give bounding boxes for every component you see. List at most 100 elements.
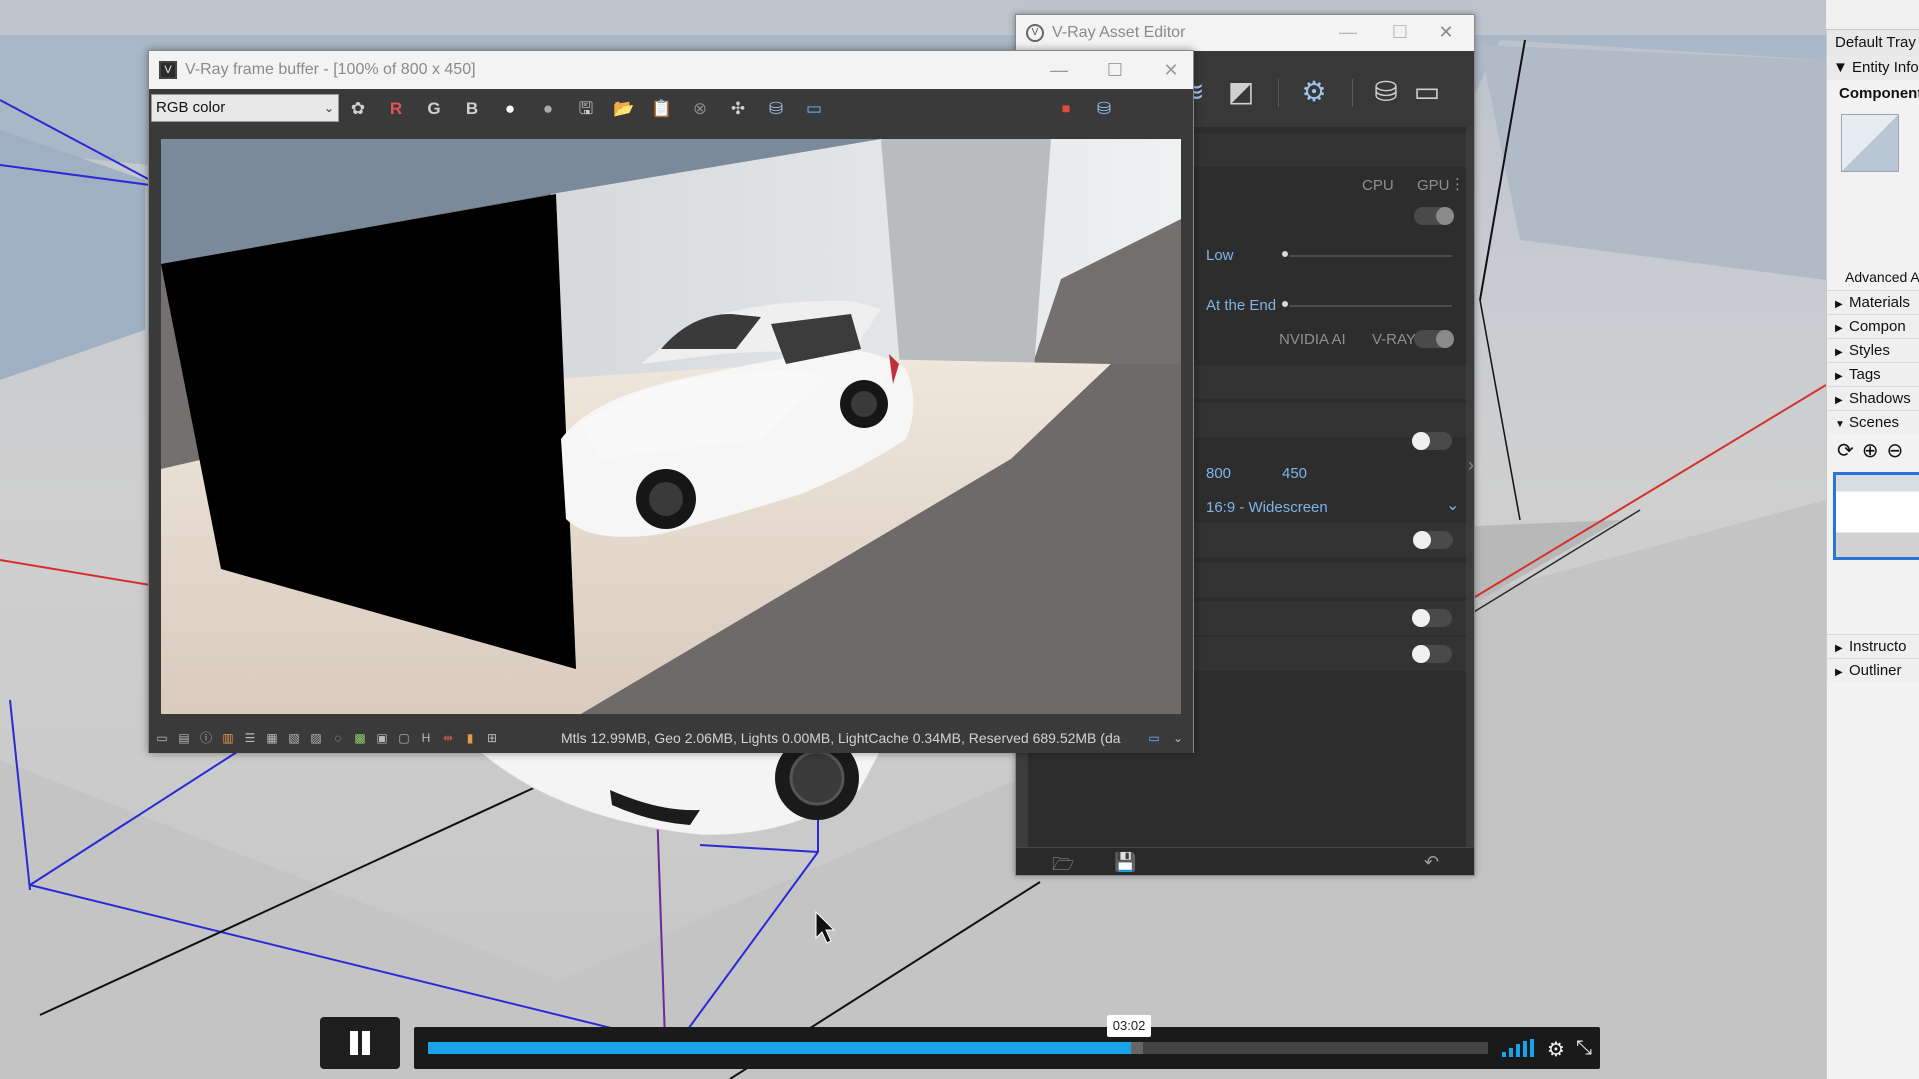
- setting-toggle[interactable]: [1412, 645, 1452, 663]
- progress-track[interactable]: [428, 1042, 1488, 1054]
- alpha-white-icon[interactable]: ●: [497, 97, 523, 121]
- clipboard-icon[interactable]: 📋: [649, 97, 675, 121]
- history-icon[interactable]: ▭: [153, 730, 171, 746]
- frame-buffer-icon[interactable]: ▭: [1410, 75, 1444, 109]
- image-height-value[interactable]: 450: [1282, 465, 1307, 482]
- cpu-label[interactable]: CPU: [1362, 177, 1394, 194]
- update-slider-knob[interactable]: [1280, 299, 1290, 309]
- minimize-icon[interactable]: —: [1037, 55, 1081, 85]
- fullscreen-exit-icon[interactable]: ⤡: [1576, 1037, 1592, 1060]
- scene-thumbnail[interactable]: [1833, 472, 1919, 560]
- tray-panel-label: Compon: [1849, 318, 1906, 335]
- vray-frame-buffer-window: V V-Ray frame buffer - [100% of 800 x 45…: [148, 50, 1194, 753]
- rendered-image: [161, 139, 1181, 714]
- remove-scene-icon[interactable]: ⊖: [1887, 438, 1904, 463]
- tray-panel-components[interactable]: ▶ Compon: [1827, 314, 1919, 338]
- interactive-toggle[interactable]: [1414, 207, 1454, 225]
- quality-slider[interactable]: [1282, 255, 1452, 257]
- stop-render-icon[interactable]: ⏹: [1053, 97, 1079, 121]
- log-icon[interactable]: ▤: [175, 730, 193, 746]
- curves-icon[interactable]: ▦: [263, 730, 281, 746]
- collapsed-triangle-icon: ▶: [1835, 395, 1843, 406]
- channel-select[interactable]: RGB color ⌄: [151, 94, 339, 122]
- open-folder-icon[interactable]: 🗁: [1052, 852, 1074, 882]
- color-correction-icon[interactable]: ▥: [219, 730, 237, 746]
- render-elements-icon[interactable]: ◩: [1224, 75, 1258, 109]
- tray-panel-scenes[interactable]: ▼ Scenes: [1827, 410, 1919, 434]
- test-resolution-icon[interactable]: ▢: [395, 730, 413, 746]
- collapsed-triangle-icon: ▶: [1835, 299, 1843, 310]
- blue-channel-button[interactable]: B: [459, 97, 485, 121]
- quality-slider-knob[interactable]: [1280, 249, 1290, 259]
- refresh-icon[interactable]: ⟳: [1837, 438, 1854, 463]
- volume-icon[interactable]: [1502, 1039, 1534, 1057]
- tray-panel-shadows[interactable]: ▶ Shadows: [1827, 386, 1919, 410]
- maximize-icon[interactable]: ☐: [1380, 19, 1420, 45]
- denoiser-vray-label[interactable]: V-RAY: [1372, 331, 1416, 348]
- frame-buffer-title: V-Ray frame buffer - [100% of 800 x 450]: [185, 61, 476, 78]
- chevron-down-icon[interactable]: ⌄: [1446, 495, 1459, 515]
- update-slider[interactable]: [1282, 305, 1452, 307]
- expanded-triangle-icon: ▼: [1835, 419, 1845, 430]
- grid-icon[interactable]: ⊞: [483, 730, 501, 746]
- track-mouse-icon[interactable]: ✣: [725, 97, 751, 121]
- asset-editor-titlebar[interactable]: V V-Ray Asset Editor — ☐ ✕: [1016, 15, 1474, 51]
- save-image-icon[interactable]: 🖫: [573, 97, 599, 121]
- info-icon[interactable]: ⓘ: [197, 730, 215, 746]
- close-icon[interactable]: ✕: [1426, 19, 1466, 45]
- collapsed-triangle-icon: ▶: [1835, 323, 1843, 334]
- render-region-icon[interactable]: ▭: [801, 97, 827, 121]
- tray-panel-instructor[interactable]: ▶ Instructo: [1827, 634, 1919, 658]
- start-render-teapot-icon[interactable]: ⛁: [1091, 97, 1117, 121]
- minimize-icon[interactable]: —: [1328, 19, 1368, 45]
- settings-gear-icon[interactable]: ⚙: [1547, 1037, 1565, 1062]
- h-button[interactable]: H: [417, 730, 435, 746]
- save-icon[interactable]: 💾: [1114, 852, 1136, 873]
- add-scene-icon[interactable]: ⊕: [1862, 438, 1879, 463]
- video-progress-bar[interactable]: ⚙ ⤡: [414, 1027, 1600, 1069]
- setting-toggle[interactable]: [1412, 432, 1452, 450]
- setting-toggle[interactable]: [1413, 531, 1453, 549]
- image-width-value[interactable]: 800: [1206, 465, 1231, 482]
- setting-toggle[interactable]: [1412, 609, 1452, 627]
- green-channel-button[interactable]: G: [421, 97, 447, 121]
- close-icon[interactable]: ✕: [1149, 55, 1193, 85]
- expand-panel-arrow-icon[interactable]: ›: [1468, 455, 1474, 476]
- mono-icon[interactable]: ●: [535, 97, 561, 121]
- tray-panel-tags[interactable]: ▶ Tags: [1827, 362, 1919, 386]
- gpu-label[interactable]: GPU: [1417, 177, 1450, 194]
- pause-button[interactable]: [320, 1017, 400, 1069]
- tray-panel-outliner[interactable]: ▶ Outliner: [1827, 658, 1919, 682]
- maximize-icon[interactable]: ☐: [1093, 55, 1137, 85]
- collapsed-triangle-icon: ▶: [1835, 667, 1843, 678]
- denoiser-toggle[interactable]: [1414, 330, 1454, 348]
- denoiser-nvidia-label[interactable]: NVIDIA AI: [1279, 331, 1346, 348]
- compare-icon[interactable]: ▣: [373, 730, 391, 746]
- exposure-icon[interactable]: ▨: [307, 730, 325, 746]
- clear-image-icon[interactable]: ⊗: [687, 97, 713, 121]
- tray-panel-styles[interactable]: ▶ Styles: [1827, 338, 1919, 362]
- tray-panel-entity-info[interactable]: ▼ Entity Info: [1827, 56, 1919, 80]
- bars-icon[interactable]: ▮: [461, 730, 479, 746]
- aspect-ratio-value[interactable]: 16:9 - Widescreen: [1206, 499, 1328, 516]
- settings-gear-icon[interactable]: ⚙: [1297, 75, 1331, 109]
- frame-buffer-statusbar: ▭ ▤ ⓘ ▥ ☰ ▦ ▧ ▨ ◌ ▩ ▣ ▢ H ⇹ ▮ ⊞ Mtls 12.…: [149, 723, 1193, 753]
- component-thumbnail[interactable]: [1841, 114, 1899, 172]
- render-canvas[interactable]: [161, 139, 1181, 714]
- pixel-aspect-icon[interactable]: ⇹: [439, 730, 457, 746]
- histogram-icon[interactable]: ▧: [285, 730, 303, 746]
- lut-icon[interactable]: ▩: [351, 730, 369, 746]
- more-options-icon[interactable]: ⋮: [1450, 175, 1465, 193]
- frame-buffer-titlebar[interactable]: V V-Ray frame buffer - [100% of 800 x 45…: [149, 51, 1193, 89]
- levels-icon[interactable]: ☰: [241, 730, 259, 746]
- expand-more-icon[interactable]: ⌄: [1169, 730, 1187, 746]
- white-balance-icon[interactable]: ◌: [329, 730, 347, 746]
- color-channels-icon[interactable]: ✿: [345, 97, 371, 121]
- region-render-teapot-icon[interactable]: ⛁: [763, 97, 789, 121]
- render-teapot-icon[interactable]: ⛁: [1369, 75, 1403, 109]
- red-channel-button[interactable]: R: [383, 97, 409, 121]
- open-image-icon[interactable]: 📂: [611, 97, 637, 121]
- revert-icon[interactable]: ↶: [1424, 852, 1439, 873]
- panel-icon[interactable]: ▭: [1145, 730, 1163, 746]
- tray-panel-materials[interactable]: ▶ Materials: [1827, 290, 1919, 314]
